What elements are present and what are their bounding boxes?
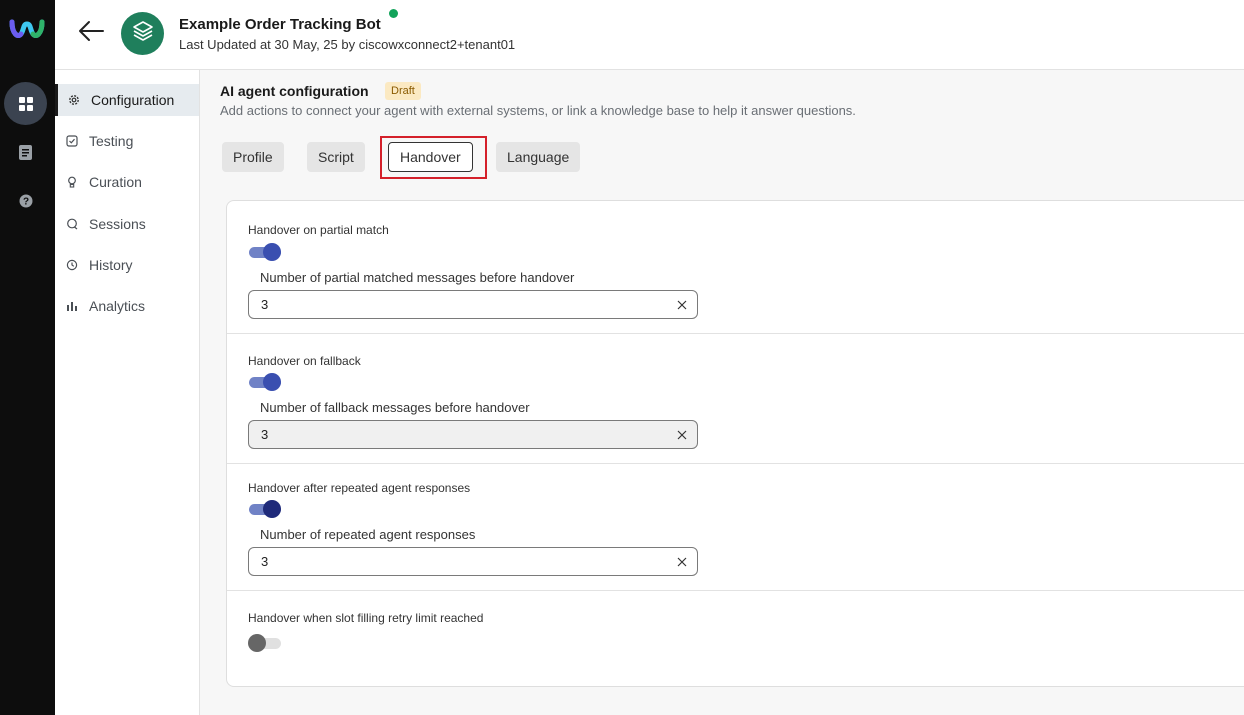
repeated-responses-toggle[interactable]: [248, 500, 282, 518]
nav-item-label: History: [89, 257, 133, 273]
chat-icon: [65, 217, 79, 231]
tab-language[interactable]: Language: [496, 142, 581, 172]
section-divider: [227, 333, 1244, 334]
rail-dashboard-button[interactable]: [4, 82, 47, 125]
nav-item-history[interactable]: History: [55, 249, 199, 281]
online-status-dot: [389, 9, 398, 18]
history-icon: [65, 258, 79, 272]
bar-chart-icon: [65, 299, 79, 313]
page-description: Add actions to connect your agent with e…: [220, 103, 856, 118]
nav-item-label: Testing: [89, 133, 134, 149]
fallback-count-label: Number of fallback messages before hando…: [260, 400, 530, 415]
grid-icon: [18, 96, 33, 111]
back-button[interactable]: [75, 17, 107, 49]
clear-icon[interactable]: [675, 298, 689, 312]
arrow-left-icon: [77, 20, 105, 47]
nav-item-label: Analytics: [89, 298, 146, 314]
last-updated-text: Last Updated at 30 May, 25 by ciscowxcon…: [179, 37, 516, 52]
bot-avatar: [121, 12, 164, 55]
clear-icon[interactable]: [675, 428, 689, 442]
svg-text:?: ?: [22, 196, 28, 207]
partial-match-count-label: Number of partial matched messages befor…: [260, 270, 575, 285]
nav-item-label: Sessions: [89, 216, 146, 232]
status-badge: Draft: [385, 82, 421, 100]
tab-script[interactable]: Script: [307, 142, 365, 172]
page-title: AI agent configuration: [220, 83, 369, 99]
repeated-responses-count-input[interactable]: 3: [248, 547, 698, 576]
main-content: AI agent configuration Draft Add actions…: [200, 70, 1244, 715]
nav-item-testing[interactable]: Testing: [55, 125, 199, 157]
partial-match-label: Handover on partial match: [248, 223, 389, 237]
input-value: 3: [261, 297, 269, 312]
partial-match-toggle[interactable]: [248, 243, 282, 261]
document-icon: [18, 144, 33, 161]
rail-documents-button[interactable]: [4, 131, 47, 174]
page-header: Example Order Tracking Bot Last Updated …: [55, 0, 1244, 70]
repeated-responses-count-label: Number of repeated agent responses: [260, 527, 476, 542]
webex-logo-icon[interactable]: [9, 14, 45, 44]
nav-item-curation[interactable]: Curation: [55, 166, 199, 198]
bot-title: Example Order Tracking Bot: [179, 16, 381, 33]
fallback-label: Handover on fallback: [248, 354, 361, 368]
input-value: 3: [261, 554, 269, 569]
help-icon: ?: [19, 194, 33, 208]
nav-item-sessions[interactable]: Sessions: [55, 208, 199, 240]
fallback-toggle[interactable]: [248, 373, 282, 391]
nav-item-configuration[interactable]: Configuration: [55, 84, 199, 116]
lightbulb-icon: [65, 175, 79, 189]
slot-filling-toggle[interactable]: [248, 634, 282, 652]
section-divider: [227, 463, 1244, 464]
test-icon: [65, 134, 79, 148]
input-value: 3: [261, 427, 269, 442]
slot-filling-label: Handover when slot filling retry limit r…: [248, 611, 484, 625]
tab-highlight-box: [380, 136, 487, 179]
repeated-responses-label: Handover after repeated agent responses: [248, 481, 471, 495]
section-divider: [227, 590, 1244, 591]
bot-nav: Configuration Testing Curation Sessions …: [55, 70, 200, 715]
partial-match-count-input[interactable]: 3: [248, 290, 698, 319]
nav-item-label: Configuration: [91, 92, 175, 108]
handover-settings-card: Handover on partial match Number of part…: [226, 200, 1244, 687]
nav-item-analytics[interactable]: Analytics: [55, 290, 199, 322]
rail-help-button[interactable]: ?: [4, 179, 47, 222]
layers-icon: [132, 20, 154, 47]
app-rail: ?: [0, 0, 55, 715]
clear-icon[interactable]: [675, 555, 689, 569]
gear-icon: [67, 93, 81, 107]
tab-profile[interactable]: Profile: [222, 142, 284, 172]
fallback-count-input[interactable]: 3: [248, 420, 698, 449]
nav-item-label: Curation: [89, 174, 142, 190]
